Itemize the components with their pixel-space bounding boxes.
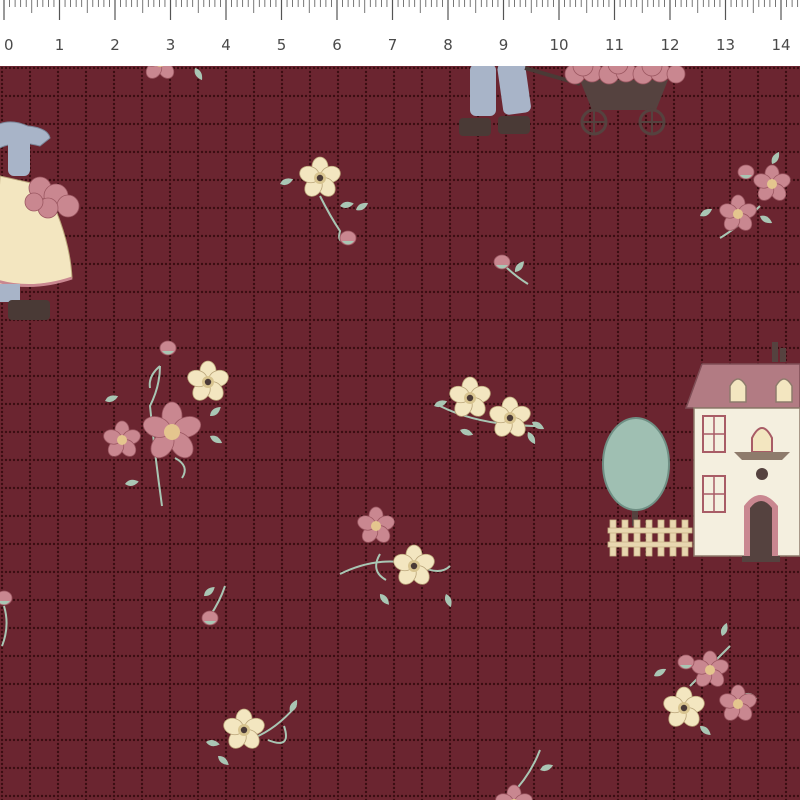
ruler-label: 2 xyxy=(110,36,120,54)
ruler-label: 6 xyxy=(332,36,342,54)
ruler-label: 11 xyxy=(605,36,624,54)
ruler-label: 5 xyxy=(277,36,287,54)
ruler-label: 0 xyxy=(4,36,14,54)
ruler-label: 7 xyxy=(388,36,398,54)
fabric-print xyxy=(0,66,800,800)
ruler-label: 1 xyxy=(55,36,65,54)
measuring-ruler: 0 1 2 3 4 5 6 7 8 9 10 11 12 13 14 xyxy=(0,0,800,67)
ruler-label: 14 xyxy=(771,36,790,54)
house xyxy=(684,342,800,562)
ruler-label: 4 xyxy=(221,36,231,54)
ruler-label: 10 xyxy=(549,36,568,54)
ruler-label: 9 xyxy=(499,36,509,54)
fabric-swatch-photo: 0 1 2 3 4 5 6 7 8 9 10 11 12 13 14 xyxy=(0,0,800,800)
fabric-pattern xyxy=(0,66,800,800)
ruler-label: 3 xyxy=(166,36,176,54)
ruler-label: 13 xyxy=(716,36,735,54)
ruler-scale: 0 1 2 3 4 5 6 7 8 9 10 11 12 13 14 xyxy=(3,0,799,54)
ruler-label: 8 xyxy=(443,36,453,54)
ruler-label: 12 xyxy=(660,36,679,54)
